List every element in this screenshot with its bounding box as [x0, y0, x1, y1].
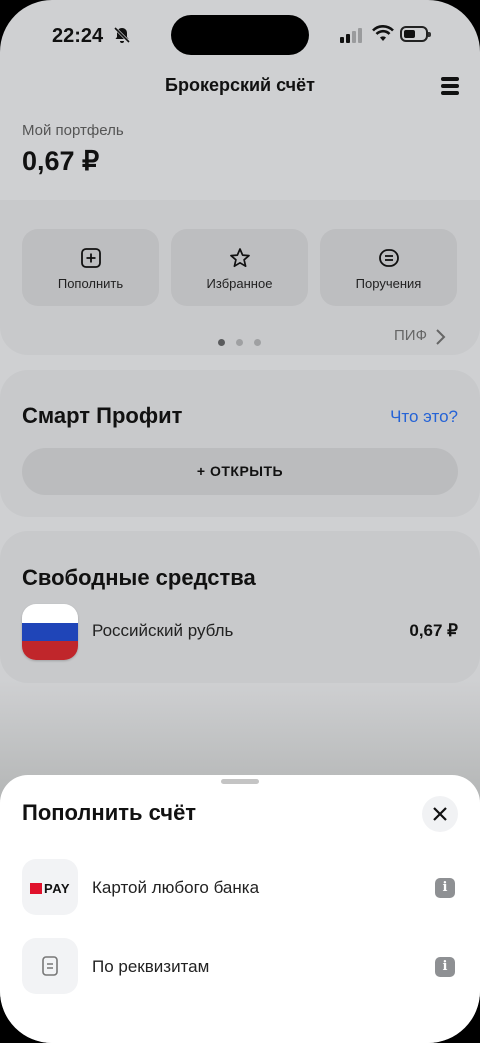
favorites-action-button[interactable]: Избранное	[171, 229, 308, 306]
document-icon[interactable]	[22, 938, 78, 994]
favorites-action-label: Избранное	[206, 276, 273, 291]
sheet-drag-handle[interactable]	[221, 779, 259, 784]
list-icon	[379, 249, 399, 267]
sheet-title: Пополнить счёт	[22, 800, 197, 825]
info-icon[interactable]: i	[435, 878, 455, 898]
star-icon	[230, 248, 250, 268]
carousel-dot[interactable]	[254, 339, 261, 346]
page-title: Брокерский счёт	[165, 75, 315, 95]
document-glyph-icon	[42, 956, 58, 976]
currency-amount: 0,67 ₽	[409, 621, 458, 640]
chevron-right-icon[interactable]	[434, 328, 446, 346]
battery-icon	[400, 26, 431, 42]
orders-action-button[interactable]: Поручения	[320, 229, 457, 306]
pay-logo-icon[interactable]: PAY	[22, 859, 78, 915]
close-icon	[433, 807, 447, 821]
free-funds-title: Свободные средства	[22, 565, 256, 590]
open-smart-profit-button[interactable]: + ОТКРЫТЬ	[22, 448, 458, 495]
pif-link[interactable]: ПИФ	[394, 327, 427, 344]
phone-screen: 22:24 Брокерский счёт Мой портфель 0,67 …	[0, 0, 480, 1043]
currency-name[interactable]: Российский рубль	[92, 621, 233, 641]
carousel-dot[interactable]	[218, 339, 225, 346]
bell-muted-icon	[113, 26, 131, 44]
topup-action-button[interactable]: Пополнить	[22, 229, 159, 306]
what-is-it-link[interactable]: Что это?	[390, 407, 458, 427]
menu-icon[interactable]	[441, 77, 459, 95]
requisites-topup-option[interactable]: По реквизитам	[92, 957, 209, 977]
portfolio-value: 0,67 ₽	[22, 146, 100, 176]
info-icon[interactable]: i	[435, 957, 455, 977]
russia-flag-icon	[22, 604, 78, 660]
status-time: 22:24	[52, 25, 104, 47]
portfolio-label: Мой портфель	[22, 122, 124, 139]
dynamic-island	[171, 15, 309, 55]
smart-profit-title: Смарт Профит	[22, 403, 183, 428]
pay-logo-text: PAY	[44, 881, 71, 897]
plus-square-icon	[81, 248, 101, 268]
topup-action-label: Пополнить	[57, 276, 124, 291]
carousel-dot[interactable]	[236, 339, 243, 346]
status-bar: 22:24	[0, 0, 480, 70]
wifi-icon	[372, 25, 394, 41]
orders-action-label: Поручения	[355, 276, 422, 291]
card-topup-option[interactable]: Картой любого банка	[92, 878, 259, 898]
close-button[interactable]	[422, 796, 458, 832]
cellular-signal-icon	[340, 28, 362, 43]
carousel-indicator	[218, 333, 272, 351]
